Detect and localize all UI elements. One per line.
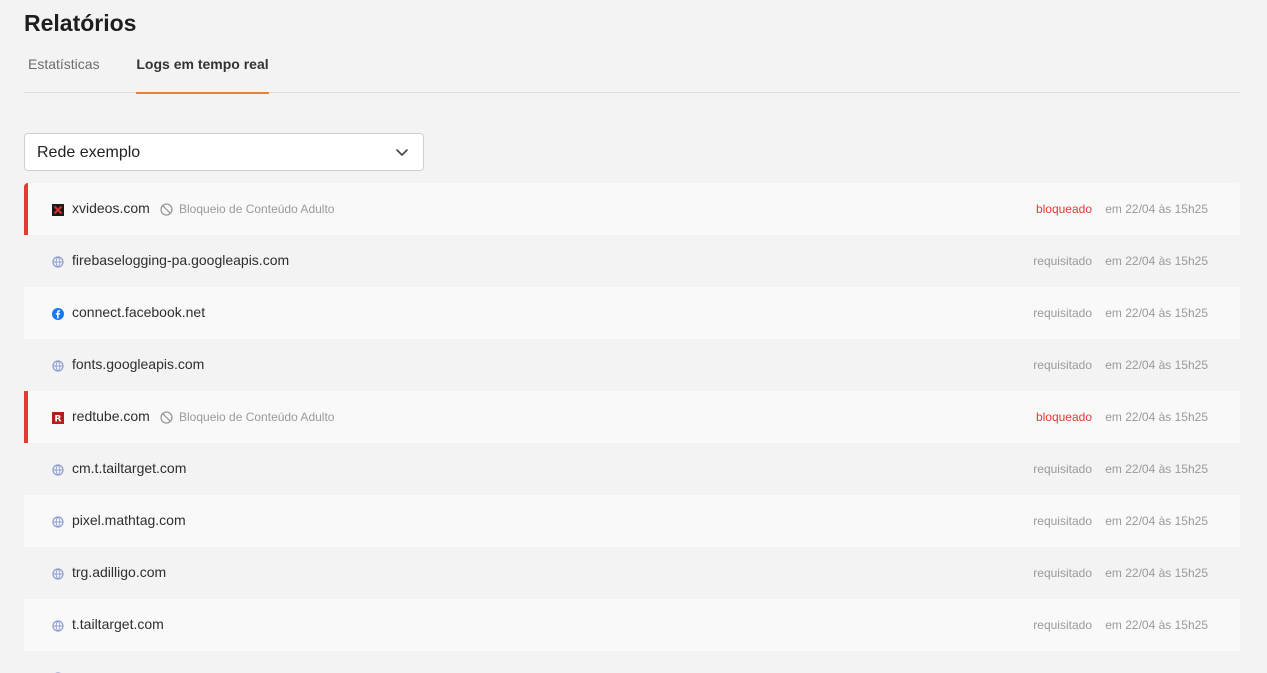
block-category: Bloqueio de Conteúdo Adulto [160,202,334,216]
page-title: Relatórios [24,10,137,36]
log-timestamp: em 22/04 às 15h25 [1105,618,1208,632]
network-select[interactable]: Rede exemplo [24,133,424,171]
log-timestamp: em 22/04 às 15h25 [1105,566,1208,580]
log-domain: firebaselogging-pa.googleapis.com [72,252,290,268]
log-status: bloqueado [1035,410,1092,424]
log-domain: xvideos.com [72,200,150,216]
log-domain: cm.t.tailtarget.com [72,460,187,476]
log-status: bloqueado [1035,202,1092,216]
log-timestamp: em 22/04 às 15h25 [1105,410,1208,424]
log-domain: fonts.googleapis.com [72,356,205,372]
globe-icon [52,567,64,580]
globe-icon [52,515,64,528]
log-status: requisitado [1033,254,1092,268]
log-domain: trg.adilligo.com [72,564,167,580]
log-timestamp: em 22/04 às 15h25 [1105,202,1208,216]
globe-icon [52,255,64,268]
log-list: xvideos.com Bloqueio de Conteúdo Adulto bl… [24,183,1240,673]
redtube-icon: R [52,411,64,425]
log-timestamp: em 22/04 às 15h25 [1105,254,1208,268]
block-icon [160,202,173,216]
globe-icon [52,359,64,372]
log-row[interactable]: cm.t.tailtarget.com requisitado em 22/04 à… [24,443,1240,495]
log-row[interactable]: pixel.mathtag.com requisitado em 22/04 às … [24,495,1240,547]
xvideos-icon [52,203,64,216]
log-timestamp: em 22/04 às 15h25 [1105,306,1208,320]
block-category-label: Bloqueio de Conteúdo Adulto [179,410,335,424]
log-row[interactable]: firebaselogging-pa.googleapis.com requisi… [24,235,1240,287]
svg-text:R: R [55,415,62,425]
tab-realtime-logs[interactable]: Logs em tempo real [136,50,269,94]
log-row[interactable]: t.tailtarget.com requisitado em 22/04 às 1… [24,599,1240,651]
log-timestamp: em 22/04 às 15h25 [1105,358,1208,372]
block-icon [160,410,173,424]
tab-statistics[interactable]: Estatísticas [28,50,100,93]
log-status: requisitado [1033,566,1092,580]
log-status: requisitado [1033,618,1092,632]
globe-icon [52,463,64,476]
network-select-value: Rede exemplo [37,144,141,161]
chevron-down-icon [396,149,408,156]
log-domain: connect.facebook.net [72,304,206,320]
log-domain: t.tailtarget.com [72,616,164,632]
log-status: requisitado [1033,358,1092,372]
facebook-icon [52,307,64,320]
log-row[interactable]: xvideos.com Bloqueio de Conteúdo Adulto bl… [24,183,1240,235]
log-domain: pixel.mathtag.com [72,512,186,528]
globe-icon [52,619,64,632]
log-domain: redtube.com [72,408,150,424]
log-row[interactable]: connect.facebook.net requisitado em 22/04 … [24,287,1240,339]
reports-page: Relatórios Estatísticas Logs em tempo re… [0,0,1267,673]
log-timestamp: em 22/04 às 15h25 [1105,514,1208,528]
log-row[interactable]: fonts.googleapis.com requisitado em 22/04 … [24,339,1240,391]
log-status: requisitado [1033,462,1092,476]
log-status: requisitado [1033,306,1092,320]
tab-bar: Estatísticas Logs em tempo real [24,50,1240,94]
log-status: requisitado [1033,514,1092,528]
log-timestamp: em 22/04 às 15h25 [1105,462,1208,476]
block-category-label: Bloqueio de Conteúdo Adulto [179,202,335,216]
log-row[interactable]: trg.adilligo.com requisitado em 22/04 às 1… [24,547,1240,599]
log-row[interactable] [24,651,1240,673]
block-category: Bloqueio de Conteúdo Adulto [160,410,334,424]
log-row[interactable]: Rredtube.com Bloqueio de Conteúdo Adulto b… [24,391,1240,443]
